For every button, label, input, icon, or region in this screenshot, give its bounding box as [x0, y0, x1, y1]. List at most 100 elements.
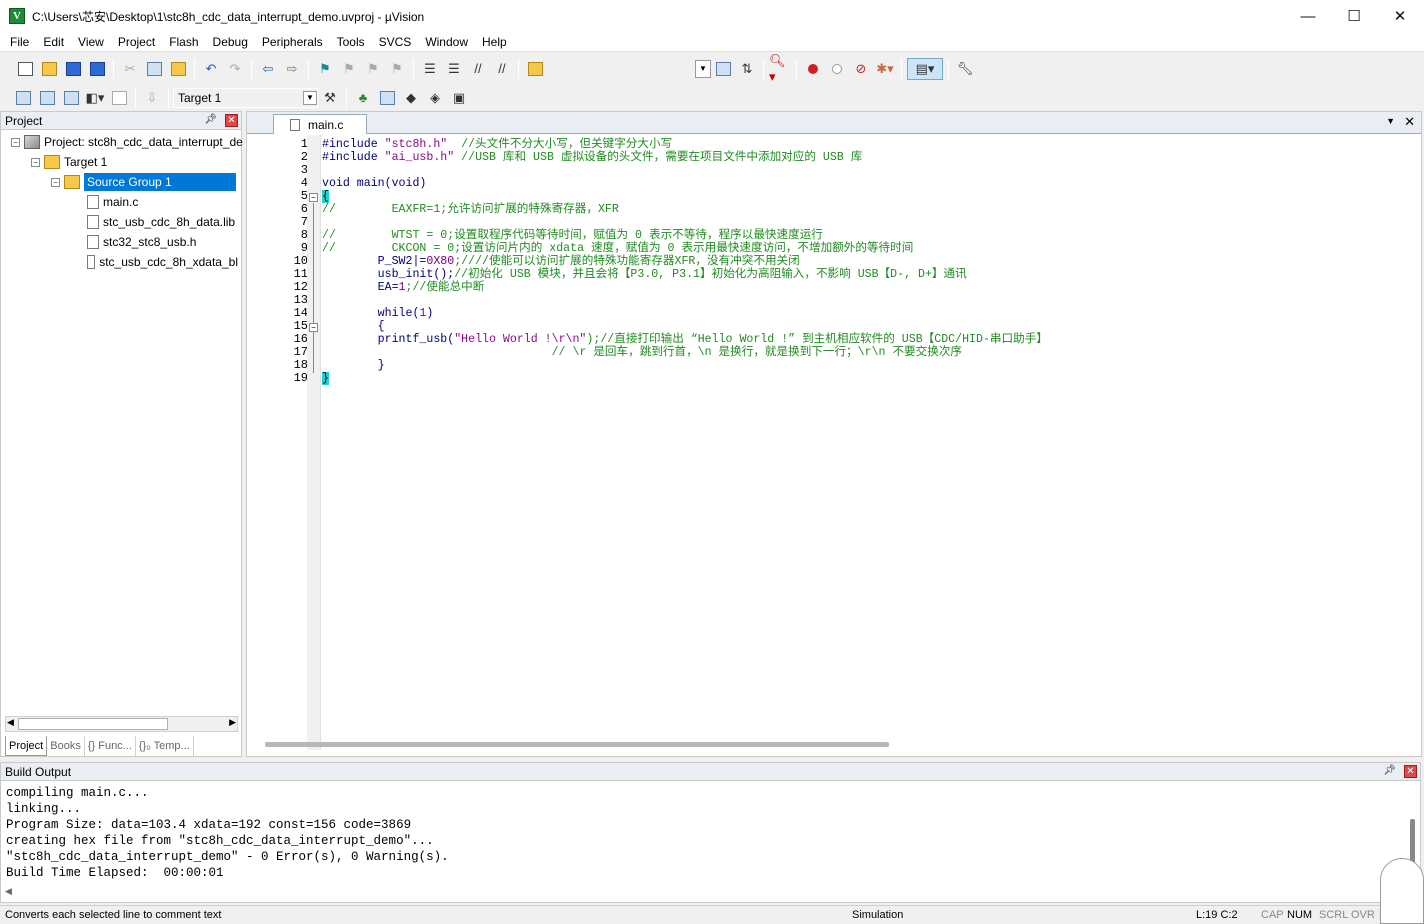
- save-all-button[interactable]: [86, 58, 108, 80]
- scrollbar-thumb[interactable]: [18, 718, 168, 730]
- pin-icon[interactable]: 📌︎: [204, 114, 217, 125]
- manage-project-items-button[interactable]: ♣: [352, 87, 374, 109]
- status-scrl: SCRL: [1319, 909, 1349, 921]
- download-button[interactable]: ⇩: [141, 87, 163, 109]
- disable-breakpoints-button[interactable]: ⊘: [850, 58, 872, 80]
- close-panel-button[interactable]: ✕: [225, 114, 238, 127]
- indent-button[interactable]: ☰: [419, 58, 441, 80]
- bookmark-prev-button[interactable]: ⚑: [338, 58, 360, 80]
- bookmark-prev-icon: ⚑: [343, 60, 355, 76]
- tree-target-node[interactable]: − Target 1: [31, 152, 107, 172]
- minimize-button[interactable]: —: [1285, 0, 1331, 32]
- manage-rte-button[interactable]: ◆: [400, 87, 422, 109]
- tab-project[interactable]: Project: [5, 736, 48, 756]
- menu-edit[interactable]: Edit: [36, 32, 71, 52]
- tree-file-item[interactable]: stc_usb_cdc_8h_data.lib: [87, 212, 235, 232]
- menu-window[interactable]: Window: [418, 32, 475, 52]
- uncomment-selection-button[interactable]: //: [491, 58, 513, 80]
- project-horizontal-scrollbar[interactable]: ◀ ▶: [5, 716, 238, 732]
- collapse-icon[interactable]: −: [51, 177, 60, 187]
- save-button[interactable]: [62, 58, 84, 80]
- menu-file[interactable]: File: [3, 32, 36, 52]
- find-dropdown[interactable]: ▼: [695, 59, 711, 78]
- pack-installer-button[interactable]: ◈: [424, 87, 446, 109]
- tree-group-node[interactable]: − Source Group 1: [51, 172, 236, 192]
- menu-flash[interactable]: Flash: [162, 32, 205, 52]
- target-options-button[interactable]: ⚒: [319, 87, 341, 109]
- scroll-left-icon[interactable]: ◀: [7, 717, 14, 728]
- editor-horizontal-scrollbar[interactable]: [265, 742, 889, 747]
- code-line: void main(void): [322, 177, 427, 190]
- stop-build-button[interactable]: [108, 87, 130, 109]
- tab-templates[interactable]: {}₀ Temp...: [136, 736, 194, 756]
- translate-button[interactable]: [12, 87, 34, 109]
- scroll-left-icon[interactable]: ◀: [5, 886, 12, 897]
- bookmark-toggle-button[interactable]: ⚑: [314, 58, 336, 80]
- bookmark-clear-button[interactable]: ⚑: [386, 58, 408, 80]
- close-window-button[interactable]: ✕: [1377, 0, 1423, 32]
- paste-button[interactable]: [167, 58, 189, 80]
- bookmark-flag-icon: ⚑: [319, 60, 331, 76]
- menu-tools[interactable]: Tools: [330, 32, 372, 52]
- fold-collapse-icon[interactable]: −: [309, 193, 318, 202]
- tab-books[interactable]: Books: [47, 736, 85, 756]
- tree-file-item[interactable]: stc_usb_cdc_8h_xdata_bl: [87, 252, 238, 272]
- window-layout-button[interactable]: ▤▾: [907, 57, 943, 80]
- tab-list-dropdown[interactable]: ▼: [1386, 116, 1395, 126]
- pin-icon[interactable]: 📌︎: [1383, 765, 1396, 776]
- multi-project-button[interactable]: ▣: [448, 87, 470, 109]
- batch-build-button[interactable]: ◧▾: [84, 87, 106, 109]
- copy-button[interactable]: [143, 58, 165, 80]
- collapse-icon[interactable]: −: [11, 137, 20, 147]
- uvision-app-icon[interactable]: V: [9, 8, 25, 24]
- navigate-forward-button[interactable]: ⇨: [281, 58, 303, 80]
- incremental-find-button[interactable]: ⇅: [736, 58, 758, 80]
- build-output-text[interactable]: compiling main.c... linking... Program S…: [6, 785, 449, 881]
- code-token: ;////使能可以访问扩展的特殊功能寄存器XFR，没有冲突不用关闭: [454, 255, 800, 268]
- undo-button[interactable]: ↶: [200, 58, 222, 80]
- close-panel-button[interactable]: ✕: [1404, 765, 1417, 778]
- find-button[interactable]: [712, 58, 734, 80]
- menu-debug[interactable]: Debug: [206, 32, 255, 52]
- toolbar-separator: [763, 58, 764, 79]
- build-horizontal-scrollbar[interactable]: ◀: [3, 885, 1403, 901]
- fold-collapse-icon[interactable]: −: [309, 323, 318, 332]
- toolbar-separator: [948, 58, 949, 79]
- new-file-button[interactable]: [14, 58, 36, 80]
- menu-project[interactable]: Project: [111, 32, 162, 52]
- tree-file-item[interactable]: stc32_stc8_usb.h: [87, 232, 196, 252]
- open-file-button[interactable]: [38, 58, 60, 80]
- find-in-files-button[interactable]: [524, 58, 546, 80]
- tree-file-item[interactable]: main.c: [87, 192, 138, 212]
- bookmark-next-button[interactable]: ⚑: [362, 58, 384, 80]
- tab-functions[interactable]: {} Func...: [85, 736, 136, 756]
- menu-peripherals[interactable]: Peripherals: [255, 32, 330, 52]
- kill-breakpoints-button[interactable]: ✱▾: [874, 58, 896, 80]
- insert-breakpoint-button[interactable]: [802, 58, 824, 80]
- maximize-button[interactable]: ☐: [1331, 0, 1377, 32]
- enable-breakpoint-button[interactable]: [826, 58, 848, 80]
- debug-session-button[interactable]: 🔍︎▾: [769, 53, 791, 84]
- target-select[interactable]: Target 1 ▼: [173, 87, 318, 108]
- redo-button[interactable]: ↷: [224, 58, 246, 80]
- tab-main-c[interactable]: main.c: [273, 114, 367, 134]
- menu-view[interactable]: View: [71, 32, 111, 52]
- menu-help[interactable]: Help: [475, 32, 514, 52]
- close-tab-button[interactable]: ✕: [1404, 114, 1415, 130]
- configure-button[interactable]: 🔧︎: [954, 58, 976, 80]
- comment-selection-button[interactable]: //: [467, 58, 489, 80]
- select-software-packs-button[interactable]: [376, 87, 398, 109]
- build-button[interactable]: [36, 87, 58, 109]
- code-line: }: [322, 372, 329, 385]
- code-token: );//直接打印输出 “Hello World !” 到主机相应软件的 USB【…: [586, 333, 1048, 346]
- rebuild-button[interactable]: [60, 87, 82, 109]
- line-number: 3: [300, 163, 308, 177]
- arrow-left-icon: ⇦: [262, 60, 274, 76]
- navigate-back-button[interactable]: ⇦: [257, 58, 279, 80]
- scroll-right-icon[interactable]: ▶: [229, 717, 236, 728]
- collapse-icon[interactable]: −: [31, 157, 40, 167]
- cut-button[interactable]: ✂: [119, 58, 141, 80]
- menu-svcs[interactable]: SVCS: [372, 32, 419, 52]
- unindent-button[interactable]: ☰: [443, 58, 465, 80]
- tree-project-node[interactable]: − Project: stc8h_cdc_data_interrupt_de: [11, 132, 243, 152]
